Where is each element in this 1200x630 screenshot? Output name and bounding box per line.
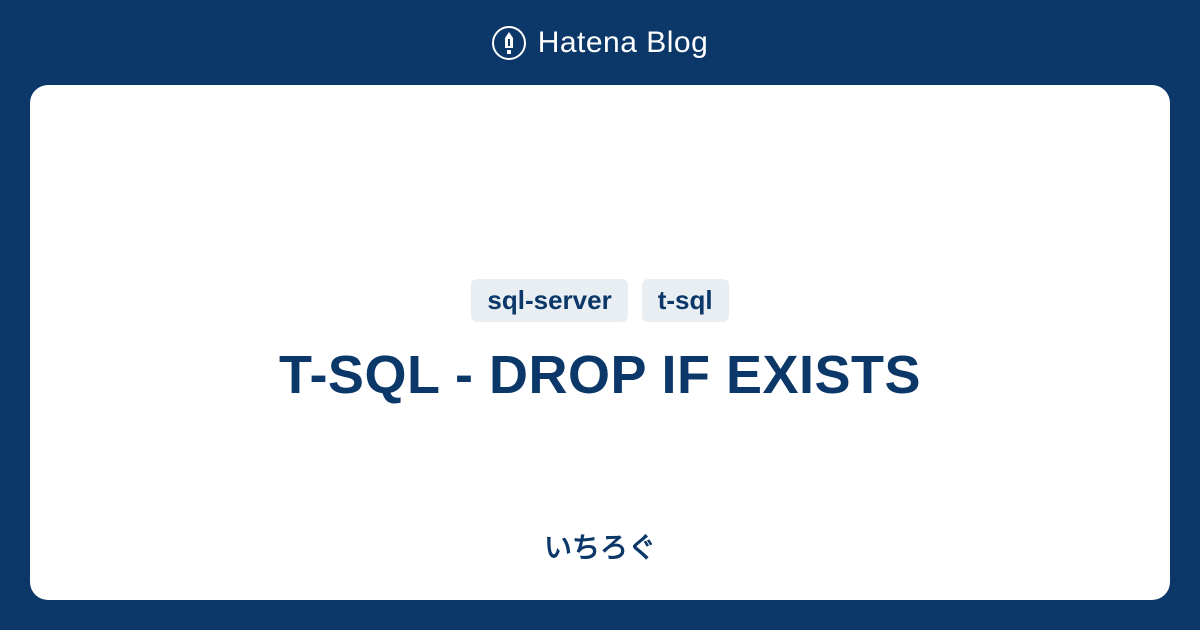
author-name: いちろぐ — [544, 526, 656, 566]
article-title: T-SQL - DROP IF EXISTS — [279, 344, 921, 406]
tag-list: sql-server t-sql — [471, 279, 728, 322]
article-card: sql-server t-sql T-SQL - DROP IF EXISTS … — [30, 85, 1170, 600]
header: Hatena Blog — [0, 0, 1200, 85]
tag[interactable]: sql-server — [471, 279, 627, 322]
hatena-pen-icon — [492, 26, 526, 60]
tag[interactable]: t-sql — [642, 279, 729, 322]
brand-name: Hatena Blog — [538, 26, 709, 60]
